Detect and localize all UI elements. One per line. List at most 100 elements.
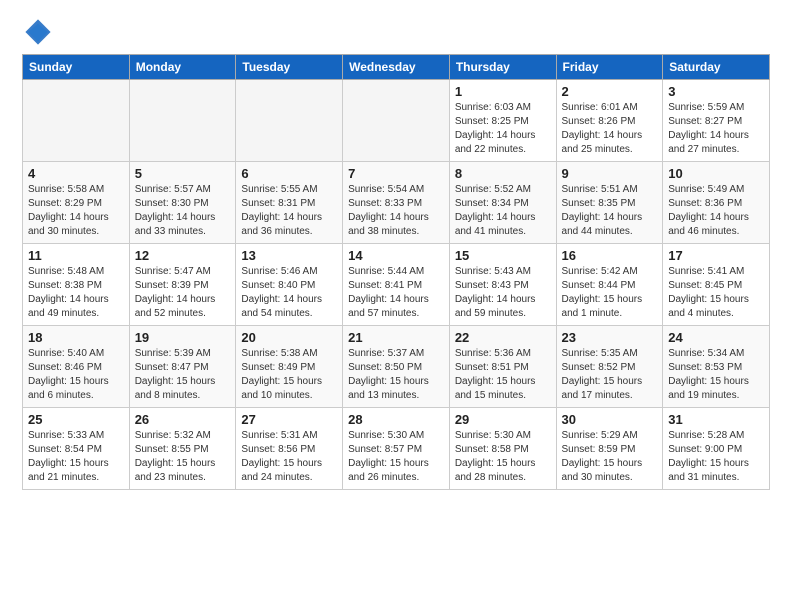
calendar-cell: 8 Sunrise: 5:52 AM Sunset: 8:34 PM Daylig…	[449, 162, 556, 244]
day-number: 19	[135, 330, 231, 345]
day-number: 18	[28, 330, 124, 345]
day-number: 15	[455, 248, 551, 263]
calendar: SundayMondayTuesdayWednesdayThursdayFrid…	[22, 54, 770, 490]
logo-icon	[24, 18, 52, 46]
calendar-cell: 9 Sunrise: 5:51 AM Sunset: 8:35 PM Daylig…	[556, 162, 663, 244]
calendar-cell: 18 Sunrise: 5:40 AM Sunset: 8:46 PM Dayli…	[23, 326, 130, 408]
calendar-cell: 27 Sunrise: 5:31 AM Sunset: 8:56 PM Dayli…	[236, 408, 343, 490]
day-info: Sunrise: 5:41 AM Sunset: 8:45 PM Dayligh…	[668, 265, 764, 321]
day-info: Sunrise: 5:29 AM Sunset: 8:59 PM Dayligh…	[562, 429, 658, 485]
day-info: Sunrise: 5:52 AM Sunset: 8:34 PM Dayligh…	[455, 183, 551, 239]
day-number: 4	[28, 166, 124, 181]
calendar-cell: 4 Sunrise: 5:58 AM Sunset: 8:29 PM Daylig…	[23, 162, 130, 244]
calendar-cell: 19 Sunrise: 5:39 AM Sunset: 8:47 PM Dayli…	[129, 326, 236, 408]
day-number: 27	[241, 412, 337, 427]
day-number: 14	[348, 248, 444, 263]
calendar-week-row: 11 Sunrise: 5:48 AM Sunset: 8:38 PM Dayli…	[23, 244, 770, 326]
day-info: Sunrise: 5:55 AM Sunset: 8:31 PM Dayligh…	[241, 183, 337, 239]
calendar-cell: 28 Sunrise: 5:30 AM Sunset: 8:57 PM Dayli…	[343, 408, 450, 490]
calendar-cell: 13Sunrise: 5:46 AM Sunset: 8:40 PM Dayli…	[236, 244, 343, 326]
day-number: 20	[241, 330, 337, 345]
header	[0, 0, 792, 54]
day-info: Sunrise: 5:37 AM Sunset: 8:50 PM Dayligh…	[348, 347, 444, 403]
day-info: Sunrise: 5:40 AM Sunset: 8:46 PM Dayligh…	[28, 347, 124, 403]
day-number: 31	[668, 412, 764, 427]
day-info: Sunrise: 5:42 AM Sunset: 8:44 PM Dayligh…	[562, 265, 658, 321]
day-info: Sunrise: 5:43 AM Sunset: 8:43 PM Dayligh…	[455, 265, 551, 321]
calendar-cell	[343, 80, 450, 162]
day-info: Sunrise: 5:59 AM Sunset: 8:27 PM Dayligh…	[668, 101, 764, 157]
day-number: 6	[241, 166, 337, 181]
day-info: Sunrise: 5:28 AM Sunset: 9:00 PM Dayligh…	[668, 429, 764, 485]
calendar-week-row: 18 Sunrise: 5:40 AM Sunset: 8:46 PM Dayli…	[23, 326, 770, 408]
calendar-cell: 1Sunrise: 6:03 AM Sunset: 8:25 PM Daylig…	[449, 80, 556, 162]
calendar-wrapper: SundayMondayTuesdayWednesdayThursdayFrid…	[0, 54, 792, 502]
calendar-cell: 24 Sunrise: 5:34 AM Sunset: 8:53 PM Dayli…	[663, 326, 770, 408]
calendar-cell: 22Sunrise: 5:36 AM Sunset: 8:51 PM Dayli…	[449, 326, 556, 408]
day-number: 3	[668, 84, 764, 99]
calendar-cell: 5 Sunrise: 5:57 AM Sunset: 8:30 PM Daylig…	[129, 162, 236, 244]
calendar-cell: 31 Sunrise: 5:28 AM Sunset: 9:00 PM Dayli…	[663, 408, 770, 490]
day-number: 16	[562, 248, 658, 263]
calendar-cell: 11 Sunrise: 5:48 AM Sunset: 8:38 PM Dayli…	[23, 244, 130, 326]
calendar-cell: 20 Sunrise: 5:38 AM Sunset: 8:49 PM Dayli…	[236, 326, 343, 408]
day-number: 10	[668, 166, 764, 181]
day-number: 9	[562, 166, 658, 181]
logo	[24, 18, 56, 46]
calendar-cell: 10Sunrise: 5:49 AM Sunset: 8:36 PM Dayli…	[663, 162, 770, 244]
day-info: Sunrise: 5:47 AM Sunset: 8:39 PM Dayligh…	[135, 265, 231, 321]
day-info: Sunrise: 5:30 AM Sunset: 8:58 PM Dayligh…	[455, 429, 551, 485]
day-number: 5	[135, 166, 231, 181]
day-number: 22	[455, 330, 551, 345]
calendar-header-row: SundayMondayTuesdayWednesdayThursdayFrid…	[23, 55, 770, 80]
calendar-cell: 6 Sunrise: 5:55 AM Sunset: 8:31 PM Daylig…	[236, 162, 343, 244]
day-number: 1	[455, 84, 551, 99]
calendar-cell: 3 Sunrise: 5:59 AM Sunset: 8:27 PM Daylig…	[663, 80, 770, 162]
calendar-cell: 23Sunrise: 5:35 AM Sunset: 8:52 PM Dayli…	[556, 326, 663, 408]
day-of-week-header: Tuesday	[236, 55, 343, 80]
day-info: Sunrise: 6:01 AM Sunset: 8:26 PM Dayligh…	[562, 101, 658, 157]
day-info: Sunrise: 5:54 AM Sunset: 8:33 PM Dayligh…	[348, 183, 444, 239]
day-info: Sunrise: 5:39 AM Sunset: 8:47 PM Dayligh…	[135, 347, 231, 403]
calendar-cell: 25 Sunrise: 5:33 AM Sunset: 8:54 PM Dayli…	[23, 408, 130, 490]
day-info: Sunrise: 5:48 AM Sunset: 8:38 PM Dayligh…	[28, 265, 124, 321]
calendar-week-row: 25 Sunrise: 5:33 AM Sunset: 8:54 PM Dayli…	[23, 408, 770, 490]
calendar-cell	[129, 80, 236, 162]
day-info: Sunrise: 5:35 AM Sunset: 8:52 PM Dayligh…	[562, 347, 658, 403]
day-info: Sunrise: 5:38 AM Sunset: 8:49 PM Dayligh…	[241, 347, 337, 403]
day-number: 21	[348, 330, 444, 345]
calendar-cell: 14Sunrise: 5:44 AM Sunset: 8:41 PM Dayli…	[343, 244, 450, 326]
day-of-week-header: Wednesday	[343, 55, 450, 80]
calendar-cell: 21 Sunrise: 5:37 AM Sunset: 8:50 PM Dayli…	[343, 326, 450, 408]
day-info: Sunrise: 5:51 AM Sunset: 8:35 PM Dayligh…	[562, 183, 658, 239]
calendar-cell: 26Sunrise: 5:32 AM Sunset: 8:55 PM Dayli…	[129, 408, 236, 490]
day-of-week-header: Sunday	[23, 55, 130, 80]
day-number: 13	[241, 248, 337, 263]
day-info: Sunrise: 5:30 AM Sunset: 8:57 PM Dayligh…	[348, 429, 444, 485]
day-number: 28	[348, 412, 444, 427]
calendar-cell: 15 Sunrise: 5:43 AM Sunset: 8:43 PM Dayli…	[449, 244, 556, 326]
day-info: Sunrise: 5:31 AM Sunset: 8:56 PM Dayligh…	[241, 429, 337, 485]
day-number: 25	[28, 412, 124, 427]
day-number: 8	[455, 166, 551, 181]
day-of-week-header: Saturday	[663, 55, 770, 80]
day-number: 11	[28, 248, 124, 263]
calendar-cell: 17 Sunrise: 5:41 AM Sunset: 8:45 PM Dayli…	[663, 244, 770, 326]
day-info: Sunrise: 5:32 AM Sunset: 8:55 PM Dayligh…	[135, 429, 231, 485]
calendar-week-row: 1Sunrise: 6:03 AM Sunset: 8:25 PM Daylig…	[23, 80, 770, 162]
day-number: 2	[562, 84, 658, 99]
day-info: Sunrise: 5:34 AM Sunset: 8:53 PM Dayligh…	[668, 347, 764, 403]
day-number: 17	[668, 248, 764, 263]
day-number: 12	[135, 248, 231, 263]
day-info: Sunrise: 5:33 AM Sunset: 8:54 PM Dayligh…	[28, 429, 124, 485]
calendar-week-row: 4 Sunrise: 5:58 AM Sunset: 8:29 PM Daylig…	[23, 162, 770, 244]
day-info: Sunrise: 5:58 AM Sunset: 8:29 PM Dayligh…	[28, 183, 124, 239]
calendar-cell: 2 Sunrise: 6:01 AM Sunset: 8:26 PM Daylig…	[556, 80, 663, 162]
calendar-cell	[236, 80, 343, 162]
day-of-week-header: Thursday	[449, 55, 556, 80]
day-info: Sunrise: 5:57 AM Sunset: 8:30 PM Dayligh…	[135, 183, 231, 239]
calendar-cell: 7Sunrise: 5:54 AM Sunset: 8:33 PM Daylig…	[343, 162, 450, 244]
day-number: 24	[668, 330, 764, 345]
calendar-cell: 29Sunrise: 5:30 AM Sunset: 8:58 PM Dayli…	[449, 408, 556, 490]
calendar-cell: 12 Sunrise: 5:47 AM Sunset: 8:39 PM Dayli…	[129, 244, 236, 326]
